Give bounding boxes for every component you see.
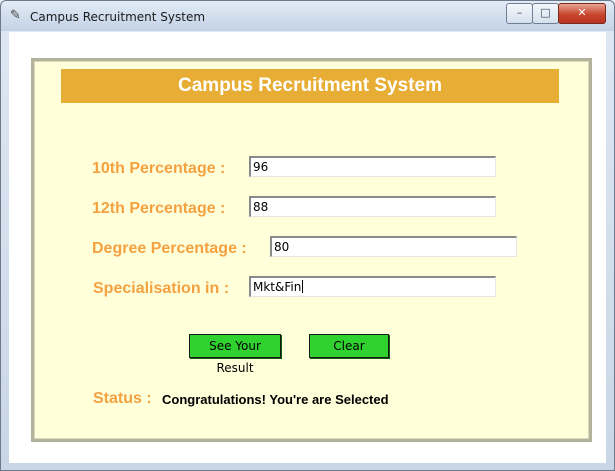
specialisation-value: Mkt&Fin	[253, 280, 302, 294]
tenth-percentage-field[interactable]: 96	[249, 156, 496, 177]
clear-button[interactable]: Clear	[309, 334, 389, 358]
status-message: Congratulations! You're are Selected	[162, 392, 389, 407]
specialisation-field[interactable]: Mkt&Fin	[249, 276, 496, 297]
app-window: ✎ Campus Recruitment System – □ ✕ Campus…	[0, 0, 615, 471]
see-result-button[interactable]: See Your Result	[189, 334, 281, 375]
main-panel: Campus Recruitment System 10th Percentag…	[31, 58, 592, 442]
maximize-button[interactable]: □	[532, 3, 559, 24]
degree-percentage-field[interactable]: 80	[270, 236, 517, 257]
degree-percentage-label: Degree Percentage :	[92, 240, 247, 257]
minimize-button[interactable]: –	[506, 3, 533, 24]
client-area: Campus Recruitment System 10th Percentag…	[9, 32, 606, 463]
twelfth-percentage-label: 12th Percentage :	[92, 200, 226, 217]
window-title: Campus Recruitment System	[30, 10, 206, 24]
title-bar[interactable]: ✎ Campus Recruitment System – □ ✕	[1, 1, 614, 31]
text-caret	[302, 280, 304, 293]
tenth-percentage-label: 10th Percentage :	[92, 160, 226, 177]
specialisation-label: Specialisation in :	[93, 280, 230, 297]
twelfth-percentage-field[interactable]: 88	[249, 196, 496, 217]
close-button[interactable]: ✕	[558, 3, 606, 24]
page-title: Campus Recruitment System	[61, 69, 559, 103]
status-label: Status :	[93, 390, 152, 407]
feather-icon: ✎	[10, 8, 21, 23]
